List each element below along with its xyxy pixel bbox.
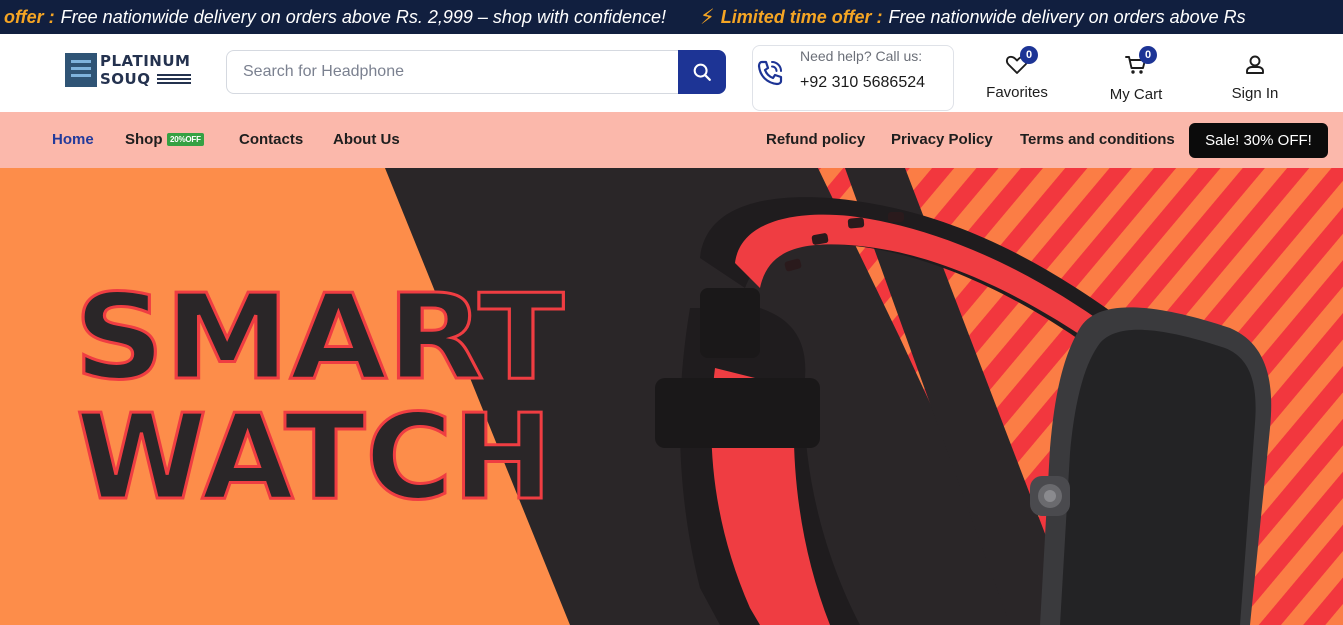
hero-banner[interactable]: SMART WATCH	[0, 168, 1343, 625]
cart-button[interactable]: 0 My Cart	[1091, 34, 1181, 112]
nav-contacts[interactable]: Contacts	[239, 131, 303, 148]
logo-text-line1: PLATINUM	[100, 52, 191, 70]
sign-in-button[interactable]: Sign In	[1210, 34, 1300, 112]
logo-lines	[157, 74, 191, 88]
lightning-icon: ⚡	[700, 5, 715, 29]
main-navigation: Home Shop 20%OFF Contacts About Us Refun…	[0, 112, 1343, 168]
nav-home[interactable]: Home	[52, 131, 94, 148]
nav-refund-policy[interactable]: Refund policy	[766, 131, 865, 148]
search-input[interactable]	[243, 51, 673, 93]
sign-in-label: Sign In	[1231, 85, 1279, 102]
phone-icon	[757, 60, 783, 86]
nav-privacy-policy[interactable]: Privacy Policy	[891, 131, 993, 148]
favorites-count-badge: 0	[1020, 46, 1038, 64]
help-phone-number[interactable]: +92 310 5686524	[800, 74, 925, 92]
ticker-offer-label: Limited time offer :	[720, 6, 883, 27]
hero-title-line1: SMART	[74, 268, 564, 406]
hero-title-line2: WATCH	[76, 388, 552, 526]
sign-in-icon-wrap	[1242, 52, 1268, 78]
site-logo[interactable]: PLATINUM SOUQ	[65, 52, 193, 92]
announcement-ticker: offer : Free nationwide delivery on orde…	[0, 0, 1343, 34]
favorites-label: Favorites	[986, 84, 1048, 101]
cart-count-badge: 0	[1139, 46, 1157, 64]
help-label: Need help? Call us:	[800, 48, 923, 64]
logo-mark	[65, 53, 97, 87]
cart-icon-wrap: 0	[1123, 46, 1157, 78]
nav-about-us[interactable]: About Us	[333, 131, 400, 148]
logo-text-line2: SOUQ	[100, 70, 151, 88]
ticker-offer-lead: offer :	[4, 6, 55, 27]
nav-shop[interactable]: Shop	[125, 131, 163, 148]
ticker-message: Free nationwide delivery on orders above…	[60, 6, 667, 27]
nav-terms-and-conditions[interactable]: Terms and conditions	[1020, 131, 1175, 148]
help-contact[interactable]: Need help? Call us: +92 310 5686524	[752, 45, 954, 111]
search-button[interactable]	[678, 50, 726, 94]
cart-label: My Cart	[1109, 86, 1163, 103]
user-icon	[1246, 55, 1264, 74]
hero-artwork: SMART WATCH	[0, 168, 1343, 625]
hero-title: SMART WATCH	[73, 267, 566, 528]
search-bar	[226, 50, 726, 94]
favorites-icon-wrap: 0	[1004, 46, 1038, 78]
search-icon	[693, 63, 711, 81]
ticker-message-repeat: Free nationwide delivery on orders above…	[888, 6, 1246, 27]
sale-button[interactable]: Sale! 30% OFF!	[1189, 123, 1328, 158]
site-header: PLATINUM SOUQ Need help? Call us: +92 31…	[0, 34, 1343, 112]
shop-discount-badge: 20%OFF	[167, 133, 204, 146]
favorites-button[interactable]: 0 Favorites	[972, 34, 1062, 112]
